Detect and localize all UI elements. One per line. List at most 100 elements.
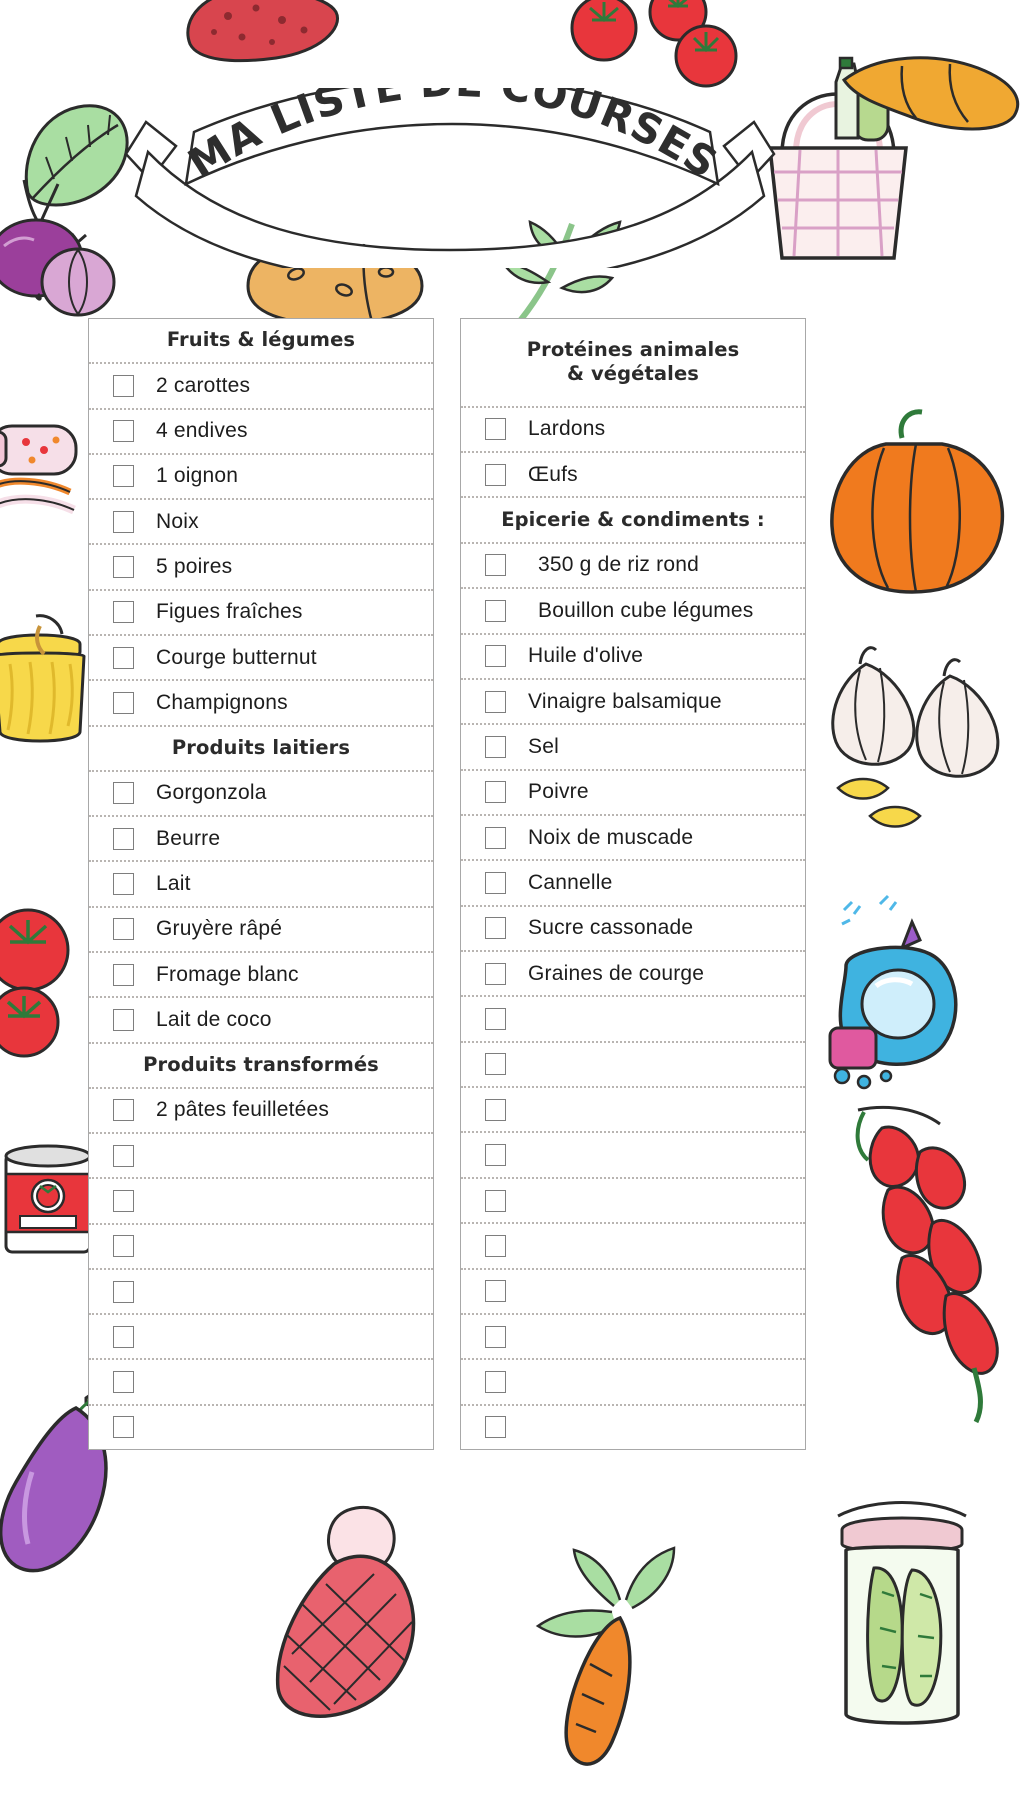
list-item[interactable]: 1 oignon	[89, 455, 433, 501]
list-item[interactable]: Gruyère râpé	[89, 908, 433, 953]
list-item[interactable]: 5 poires	[89, 545, 433, 591]
checkbox-icon[interactable]	[113, 691, 134, 714]
list-item[interactable]	[461, 1133, 805, 1179]
checkbox-icon[interactable]	[113, 510, 134, 533]
list-item[interactable]: Vinaigre balsamique	[461, 680, 805, 726]
checkbox-icon[interactable]	[113, 465, 134, 488]
list-item-label: Champignons	[156, 690, 288, 714]
checkbox-icon[interactable]	[113, 1189, 134, 1212]
checkbox-icon[interactable]	[113, 420, 134, 443]
checkbox-icon[interactable]	[113, 1099, 134, 1122]
list-item[interactable]: Courge butternut	[89, 636, 433, 682]
checkbox-icon[interactable]	[485, 1053, 506, 1076]
checkbox-icon[interactable]	[485, 1144, 506, 1167]
checkbox-icon[interactable]	[485, 1370, 506, 1393]
checkbox-icon[interactable]	[485, 1098, 506, 1121]
list-item[interactable]: Huile d'olive	[461, 635, 805, 680]
checkbox-icon[interactable]	[113, 873, 134, 896]
list-item[interactable]: Sel	[461, 725, 805, 771]
list-item[interactable]	[461, 1406, 805, 1449]
checkbox-icon[interactable]	[485, 1189, 506, 1212]
list-item[interactable]	[461, 1315, 805, 1361]
category-header-row: Fruits & légumes	[89, 319, 433, 365]
list-item[interactable]: Graines de courge	[461, 952, 805, 998]
list-item[interactable]	[461, 1224, 805, 1270]
list-item[interactable]: 4 endives	[89, 410, 433, 455]
list-item[interactable]: 2 carottes	[89, 364, 433, 410]
checkbox-icon[interactable]	[113, 1371, 134, 1394]
list-item[interactable]: Noix de muscade	[461, 816, 805, 862]
checkbox-icon[interactable]	[485, 1325, 506, 1348]
checkbox-icon[interactable]	[485, 1280, 506, 1303]
checkbox-icon[interactable]	[485, 1416, 506, 1439]
checkbox-icon[interactable]	[113, 963, 134, 986]
list-item[interactable]: 2 pâtes feuilletées	[89, 1089, 433, 1135]
list-item[interactable]	[89, 1360, 433, 1406]
list-item[interactable]	[461, 997, 805, 1043]
category-label: Epicerie & condiments :	[501, 507, 765, 531]
checkbox-icon[interactable]	[113, 918, 134, 941]
checkbox-icon[interactable]	[113, 556, 134, 579]
list-item[interactable]	[461, 1360, 805, 1406]
checkbox-icon[interactable]	[485, 917, 506, 940]
checkbox-icon[interactable]	[485, 554, 506, 577]
list-item[interactable]: Bouillon cube légumes	[461, 589, 805, 635]
checkbox-icon[interactable]	[485, 599, 506, 622]
list-item[interactable]: Sucre cassonade	[461, 907, 805, 953]
list-item[interactable]	[89, 1315, 433, 1361]
list-item[interactable]: Figues fraîches	[89, 591, 433, 636]
list-item[interactable]	[461, 1043, 805, 1089]
list-item[interactable]: Champignons	[89, 681, 433, 727]
list-item[interactable]	[89, 1406, 433, 1449]
checkbox-icon[interactable]	[113, 1325, 134, 1348]
checkbox-icon[interactable]	[113, 827, 134, 850]
checkbox-icon[interactable]	[113, 1280, 134, 1303]
checkbox-icon[interactable]	[113, 646, 134, 669]
list-item[interactable]	[89, 1225, 433, 1270]
list-item[interactable]: 350 g de riz rond	[461, 544, 805, 590]
page-title: MA LISTE DE COURSES	[180, 88, 727, 188]
list-item[interactable]: Gorgonzola	[89, 772, 433, 818]
checkbox-icon[interactable]	[485, 463, 506, 486]
beetroot-illustration	[0, 172, 94, 302]
checkbox-icon[interactable]	[113, 374, 134, 397]
checkbox-icon[interactable]	[485, 781, 506, 804]
checkbox-icon[interactable]	[485, 735, 506, 758]
list-item[interactable]	[461, 1088, 805, 1134]
list-item[interactable]: Noix	[89, 500, 433, 546]
checkbox-icon[interactable]	[485, 1234, 506, 1257]
list-item[interactable]: Fromage blanc	[89, 953, 433, 999]
checkbox-icon[interactable]	[485, 962, 506, 985]
list-item[interactable]: Lardons	[461, 408, 805, 454]
checkbox-icon[interactable]	[113, 1144, 134, 1167]
list-item[interactable]: Lait	[89, 862, 433, 908]
list-item[interactable]: Beurre	[89, 817, 433, 863]
list-item[interactable]: Cannelle	[461, 861, 805, 907]
checkbox-icon[interactable]	[485, 871, 506, 894]
checkbox-icon[interactable]	[485, 645, 506, 668]
list-item[interactable]: Poivre	[461, 771, 805, 816]
checkbox-icon[interactable]	[485, 826, 506, 849]
list-item-label: Vinaigre balsamique	[528, 689, 722, 713]
list-item[interactable]: Œufs	[461, 453, 805, 499]
checkbox-icon[interactable]	[113, 782, 134, 805]
list-item[interactable]	[461, 1179, 805, 1225]
pumpkin-illustration	[806, 402, 1024, 602]
checkbox-icon[interactable]	[485, 690, 506, 713]
list-item[interactable]: Lait de coco	[89, 998, 433, 1044]
list-item[interactable]	[89, 1270, 433, 1316]
list-item[interactable]	[461, 1270, 805, 1315]
list-item[interactable]	[89, 1179, 433, 1225]
checkbox-icon[interactable]	[113, 601, 134, 624]
list-item-label: Cannelle	[528, 870, 613, 894]
list-item-label: Sucre cassonade	[528, 916, 694, 940]
list-item[interactable]	[89, 1134, 433, 1180]
checkbox-icon[interactable]	[113, 1008, 134, 1031]
checkbox-icon[interactable]	[113, 1416, 134, 1439]
list-item-label: Noix de muscade	[528, 825, 694, 849]
checkbox-icon[interactable]	[485, 1008, 506, 1031]
banner-ribbon: MA LISTE DE COURSES	[124, 88, 776, 268]
checkbox-icon[interactable]	[113, 1235, 134, 1258]
checkbox-icon[interactable]	[485, 418, 506, 441]
garlic-illustration	[804, 620, 1024, 850]
